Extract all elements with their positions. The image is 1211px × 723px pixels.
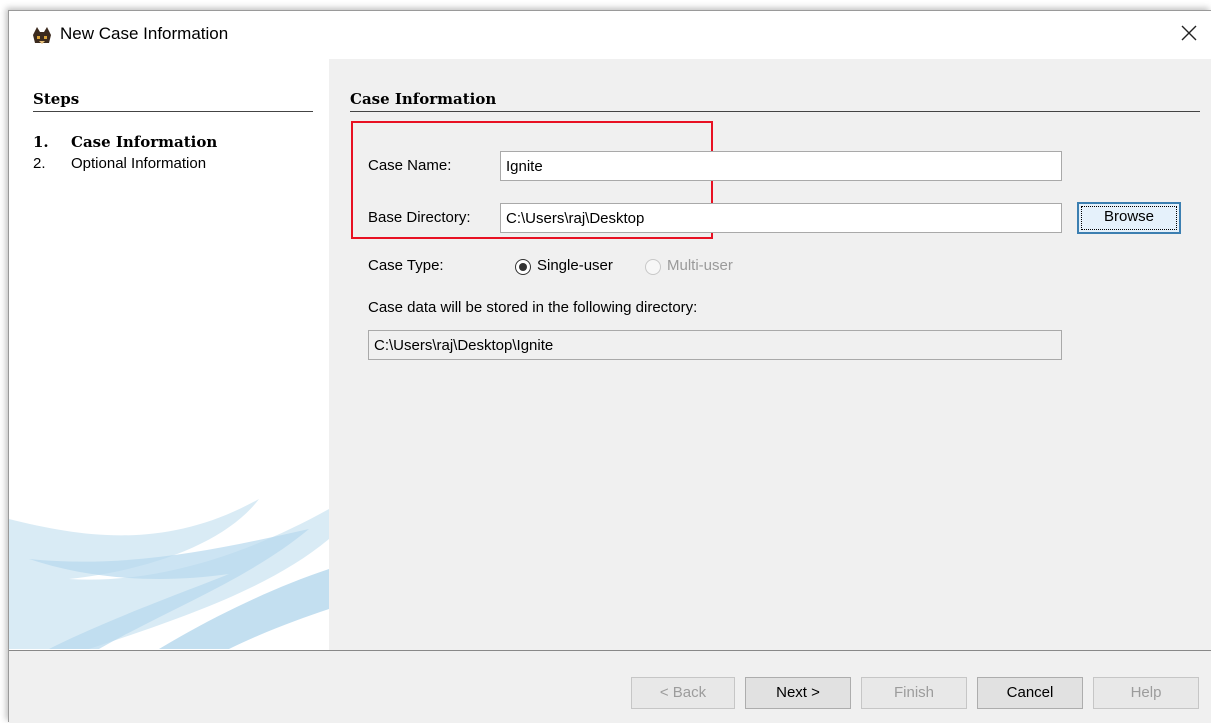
single-user-radio[interactable]	[515, 259, 531, 275]
case-name-input[interactable]: Ignite	[500, 151, 1062, 181]
multi-user-label: Multi-user	[667, 257, 733, 274]
next-button[interactable]: Next >	[745, 677, 851, 709]
close-icon[interactable]	[1177, 21, 1201, 45]
base-directory-input[interactable]: C:\Users\raj\Desktop	[500, 203, 1062, 233]
storage-path-field: C:\Users\raj\Desktop\Ignite	[368, 330, 1062, 360]
step-case-information: 1. Case Information	[33, 133, 217, 151]
case-name-label: Case Name:	[368, 157, 452, 174]
title-bar: New Case Information	[9, 11, 1211, 59]
single-user-label[interactable]: Single-user	[537, 257, 613, 274]
back-button: < Back	[631, 677, 735, 709]
case-type-label: Case Type:	[368, 257, 444, 274]
steps-heading: Steps	[33, 90, 80, 108]
multi-user-radio	[645, 259, 661, 275]
step-label: Optional Information	[71, 155, 207, 172]
window-title: New Case Information	[60, 24, 229, 43]
cancel-button[interactable]: Cancel	[977, 677, 1083, 709]
decorative-swoosh	[9, 499, 329, 649]
steps-divider	[33, 111, 313, 112]
browse-button[interactable]: Browse	[1077, 202, 1181, 234]
finish-button: Finish	[861, 677, 967, 709]
base-directory-label: Base Directory:	[368, 209, 471, 226]
step-label: Case Information	[71, 133, 218, 151]
case-information-panel: Case Information Case Name: Ignite Base …	[329, 59, 1211, 650]
storage-note: Case data will be stored in the followin…	[368, 299, 698, 316]
step-number: 2.	[33, 155, 46, 172]
steps-panel: Steps 1. Case Information 2. Optional Info…	[9, 59, 329, 650]
new-case-dialog: New Case Information Steps 1. Case Inform…	[8, 10, 1211, 723]
section-heading: Case Information	[350, 90, 497, 108]
help-button: Help	[1093, 677, 1199, 709]
section-divider	[350, 111, 1200, 112]
step-number: 1.	[33, 133, 49, 151]
autopsy-dog-icon	[31, 25, 53, 45]
button-bar: < Back Next > Finish Cancel Help	[9, 650, 1211, 723]
step-optional-information: 2. Optional Information	[33, 155, 206, 172]
